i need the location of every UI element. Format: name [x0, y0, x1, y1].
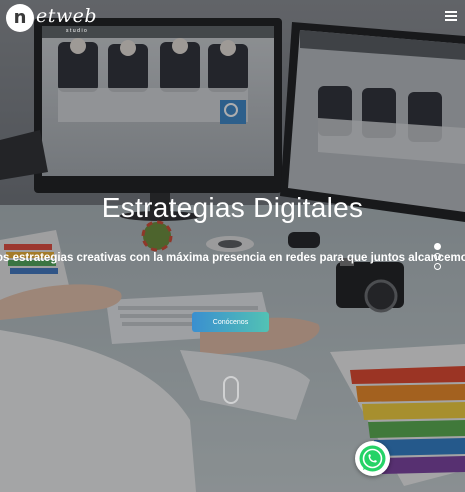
slide-dot[interactable]	[434, 253, 441, 260]
whatsapp-button[interactable]	[355, 441, 390, 476]
dark-overlay	[0, 0, 465, 492]
hero-slider	[0, 0, 465, 492]
cta-button[interactable]: Conócenos	[192, 312, 269, 332]
menu-line	[445, 15, 457, 17]
brand-logo[interactable]: n etweb studio	[6, 4, 102, 34]
logo-badge: n	[6, 4, 34, 32]
slider-pagination	[434, 243, 442, 273]
menu-line	[445, 11, 457, 13]
hero-subtitle-container: os estrategias creativas con la máxima p…	[0, 252, 465, 268]
hero-subtitle: os estrategias creativas con la máxima p…	[0, 252, 465, 264]
mouse-scroll-icon	[223, 376, 239, 404]
slide-dot[interactable]	[434, 243, 441, 250]
hero-title: Estrategias Digitales	[101, 192, 364, 223]
whatsapp-icon	[359, 445, 386, 472]
logo-wordmark: etweb	[36, 5, 98, 27]
slide-dot[interactable]	[434, 263, 441, 270]
hamburger-icon[interactable]	[445, 11, 457, 23]
menu-line	[445, 19, 457, 21]
logo-subtitle: studio	[66, 28, 89, 34]
